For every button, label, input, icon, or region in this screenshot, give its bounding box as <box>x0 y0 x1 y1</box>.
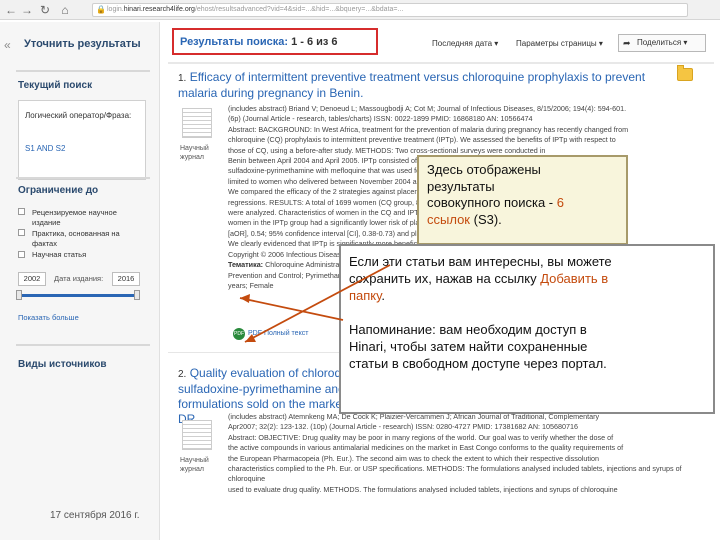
add-to-folder-icon[interactable] <box>677 65 693 81</box>
arrow-left-icon[interactable]: ← <box>4 3 18 17</box>
slide-date: 17 сентября 2016 г. <box>50 510 140 521</box>
callout-line: ссылок (S3). <box>427 212 618 229</box>
publication-type-label: Научный журнал <box>180 145 209 161</box>
callout-line: Hinari, чтобы затем найти сохраненные <box>349 339 588 354</box>
sort-dropdown[interactable]: Последняя дата ▾ <box>432 39 498 48</box>
abstract-line: characteristics complied to the Ph. Eur.… <box>228 464 682 484</box>
url-prefix: login. <box>107 6 124 13</box>
year-to-input[interactable]: 2016 <box>112 272 140 286</box>
results-count: 1 - 6 из 6 <box>291 36 338 48</box>
results-label: Результаты поиска: <box>180 36 289 48</box>
logical-operator-label: Логический оператор/Фраза: <box>25 111 132 120</box>
publication-type-label: Научный журнал <box>180 457 209 473</box>
year-from-input[interactable]: 2002 <box>18 272 46 286</box>
lock-icon: 🔒 <box>96 5 106 14</box>
abstract-line: Abstract: OBJECTIVE: Drug quality may be… <box>228 432 614 442</box>
callout-text: сохранить их, нажав на ссылку <box>349 271 541 286</box>
results-header-highlight: Результаты поиска: 1 - 6 из 6 <box>172 28 378 55</box>
result-title-text[interactable]: Efficacy of intermittent preventive trea… <box>178 70 645 100</box>
url-path: /ehost/resultsadvanced?vid=4&sid=...&hid… <box>194 6 404 13</box>
callout-line: совокупного поиска - 6 <box>427 195 618 212</box>
subjects-label: Тематика: <box>228 260 264 270</box>
sidebar: « Уточнить результаты Текущий поиск Логи… <box>0 22 160 540</box>
share-icon: ➦ <box>623 38 631 48</box>
browser-toolbar: ← → ↻ ⌂ 🔒 login.hinari.research4life.org… <box>0 0 720 20</box>
sidebar-divider <box>16 70 150 72</box>
callout-link-text: ссылок <box>427 211 470 227</box>
logical-operator-value[interactable]: S1 AND S2 <box>25 144 65 153</box>
callout-text: . <box>381 288 385 303</box>
collapse-sidebar-icon[interactable]: « <box>4 38 11 52</box>
result-number: 1. <box>178 73 187 84</box>
date-range-slider[interactable] <box>18 294 138 297</box>
result-abstract-2: (includes abstract) Atemnkeng MA; De Coc… <box>228 412 688 495</box>
filter-checkbox-research-article[interactable] <box>18 251 25 258</box>
sidebar-divider <box>16 344 150 346</box>
callout-results-note: Здесь отображены результаты совокупного … <box>417 155 628 245</box>
sidebar-divider <box>16 177 150 179</box>
slider-handle-left[interactable] <box>16 290 22 300</box>
abstract-line: Abstract: BACKGROUND: In West Africa, tr… <box>228 124 629 134</box>
show-more-link[interactable]: Показать больше <box>18 313 79 322</box>
share-label: Поделиться ▾ <box>637 38 688 47</box>
slider-handle-right[interactable] <box>134 290 140 300</box>
abstract-line: (includes abstract) Briand V; Denoeud L;… <box>228 104 627 113</box>
toolbar-divider <box>168 62 714 64</box>
abstract-line: used to evaluate drug quality. METHODS. … <box>228 484 618 494</box>
filter-label-evidence-based: Практика, основанная на фактах <box>32 229 120 248</box>
filter-checkbox-evidence-based[interactable] <box>18 229 25 236</box>
address-bar[interactable]: 🔒 login.hinari.research4life.org/ehost/r… <box>92 3 688 17</box>
share-button[interactable]: ➦ Поделиться ▾ <box>618 34 706 52</box>
url-domain: hinari.research4life.org <box>123 6 195 13</box>
abstract-line: Apr2007; 32(2): 123-132. (10p) (Journal … <box>228 422 578 432</box>
callout-line: Напоминание: вам необходим доступ в <box>349 322 587 337</box>
limit-to-heading: Ограничение до <box>18 185 99 196</box>
arrow-right-icon[interactable]: → <box>20 3 34 17</box>
journal-icon <box>182 108 212 138</box>
abstract-line: chloroquine (CQ) prophylaxis to intermit… <box>228 135 616 145</box>
callout-line: Здесь отображены <box>427 162 541 177</box>
publication-date-label: Дата издания: <box>54 274 104 283</box>
filter-checkbox-peer-reviewed[interactable] <box>18 208 25 215</box>
callout-link-text: папку <box>349 288 382 303</box>
callout-save-note: Если эти статьи вам интересны, вы можете… <box>339 244 715 414</box>
abstract-line: (6p) (Journal Article - research, tables… <box>228 114 533 124</box>
current-search-box: Логический оператор/Фраза: S1 AND S2 <box>18 100 146 180</box>
result-number: 2. <box>178 369 187 380</box>
callout-count: 6 <box>556 195 564 210</box>
pdf-full-text-link[interactable]: PDF Полный текст <box>248 330 308 337</box>
page-options-dropdown[interactable]: Параметры страницы ▾ <box>516 39 603 48</box>
current-search-heading: Текущий поиск <box>18 80 93 91</box>
filter-label-research-article: Научная статья <box>32 250 87 259</box>
callout-line: папку. <box>349 287 705 304</box>
callout-text: совокупного поиска - <box>427 195 557 210</box>
callout-line: Если эти статьи вам интересны, вы можете <box>349 254 612 269</box>
callout-text: (S3). <box>470 211 502 227</box>
result-title-1[interactable]: 1. Efficacy of intermittent preventive t… <box>178 70 658 101</box>
pdf-full-text-icon[interactable]: PDF <box>233 328 245 340</box>
journal-icon <box>182 420 212 450</box>
refresh-icon[interactable]: ↻ <box>38 3 52 17</box>
home-icon[interactable]: ⌂ <box>58 3 72 17</box>
filter-label-peer-reviewed: Рецензируемое научное издание <box>32 208 117 227</box>
callout-link-text: Добавить в <box>540 271 609 286</box>
abstract-line: the active compounds in various antimala… <box>228 443 624 453</box>
callout-line: статьи в свободном доступе через портал. <box>349 356 607 371</box>
abstract-line: the European Pharmacopeia (Ph. Eur.). Th… <box>228 453 600 463</box>
refine-results-title: Уточнить результаты <box>24 38 141 50</box>
callout-line: результаты <box>427 178 495 194</box>
source-types-heading[interactable]: Виды источников <box>18 359 107 370</box>
callout-line: сохранить их, нажав на ссылку Добавить в <box>349 270 705 287</box>
